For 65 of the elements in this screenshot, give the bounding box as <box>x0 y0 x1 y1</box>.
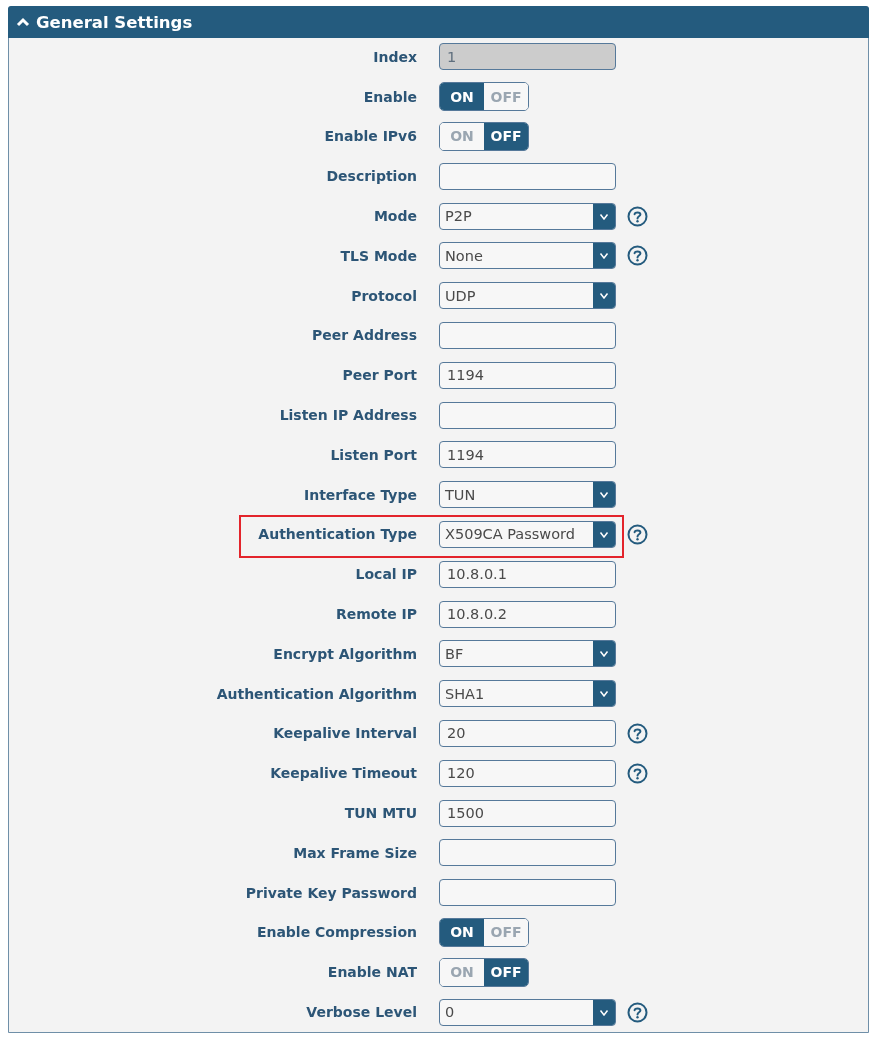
field-label: TUN MTU <box>344 805 417 822</box>
field-label: TLS Mode <box>340 247 417 264</box>
chevron-down-icon <box>593 999 615 1025</box>
chevron-down-icon <box>593 283 615 309</box>
dropdown-field[interactable]: UDP <box>439 282 616 310</box>
text-field[interactable] <box>439 321 616 349</box>
field-label: Peer Address <box>312 327 417 344</box>
field-label: Authentication Type <box>258 526 417 543</box>
dropdown-field[interactable]: None <box>439 242 616 270</box>
text-field[interactable]: 10.8.0.1 <box>439 560 616 588</box>
field-label: Interface Type <box>304 486 417 503</box>
field-label: Encrypt Algorithm <box>273 645 417 662</box>
field-label: Enable NAT <box>327 964 417 981</box>
field-label: Verbose Level <box>306 1004 417 1020</box>
text-field[interactable]: 10.8.0.2 <box>439 600 616 628</box>
toggle-switch[interactable]: ON OFF <box>439 957 529 987</box>
help-icon[interactable] <box>627 1001 648 1023</box>
field-label: Private Key Password <box>245 884 417 901</box>
field-label: Keepalive Timeout <box>270 765 417 782</box>
chevron-down-icon <box>593 243 615 269</box>
field-label: Enable IPv6 <box>324 128 417 145</box>
text-field[interactable]: 1500 <box>439 799 616 827</box>
toggle-switch[interactable]: ON OFF <box>439 122 529 151</box>
field-label: Listen Port <box>330 446 417 463</box>
text-field[interactable] <box>439 839 616 867</box>
dropdown-field[interactable]: 0 <box>439 998 616 1026</box>
text-field[interactable]: 1194 <box>439 441 616 469</box>
field-label: Listen IP Address <box>279 407 417 424</box>
chevron-down-icon <box>593 641 615 667</box>
field-label: Peer Port <box>342 367 417 384</box>
dropdown-field[interactable]: X509CA Password <box>439 520 616 548</box>
field-label: Remote IP <box>336 606 417 623</box>
chevron-down-icon <box>593 203 615 229</box>
dropdown-field[interactable]: P2P <box>439 202 616 230</box>
chevron-down-icon <box>593 521 615 547</box>
help-icon[interactable] <box>627 245 648 267</box>
dropdown-field[interactable]: SHA1 <box>439 680 616 708</box>
field-label: Authentication Algorithm <box>216 685 417 702</box>
field-label: Description <box>326 168 417 185</box>
field-label: Local IP <box>355 566 417 583</box>
help-icon[interactable] <box>627 762 648 784</box>
help-icon[interactable] <box>627 523 648 545</box>
help-icon[interactable] <box>627 722 648 744</box>
field-label: Max Frame Size <box>293 844 417 861</box>
dropdown-field[interactable]: BF <box>439 640 616 668</box>
chevron-down-icon <box>593 681 615 707</box>
text-field[interactable] <box>439 401 616 429</box>
dropdown-field[interactable]: TUN <box>439 481 616 509</box>
text-field[interactable]: 20 <box>439 719 616 747</box>
section-header[interactable]: General Settings <box>8 6 869 38</box>
chevron-down-icon <box>593 482 615 508</box>
section-title: General Settings <box>36 12 193 32</box>
help-icon[interactable] <box>627 205 648 227</box>
text-field[interactable] <box>439 162 616 190</box>
field-label: Protocol <box>351 287 417 304</box>
text-field[interactable]: 1194 <box>439 361 616 389</box>
field-label: Enable Compression <box>256 924 417 941</box>
toggle-switch[interactable]: ON OFF <box>439 82 529 112</box>
field-label: Keepalive Interval <box>273 725 417 742</box>
text-field[interactable]: 120 <box>439 759 616 787</box>
text-field[interactable] <box>439 879 616 907</box>
toggle-switch[interactable]: ON OFF <box>439 917 529 947</box>
field-label: Index <box>373 48 417 65</box>
field-label: Mode <box>373 208 417 225</box>
field-label: Enable <box>363 88 417 105</box>
